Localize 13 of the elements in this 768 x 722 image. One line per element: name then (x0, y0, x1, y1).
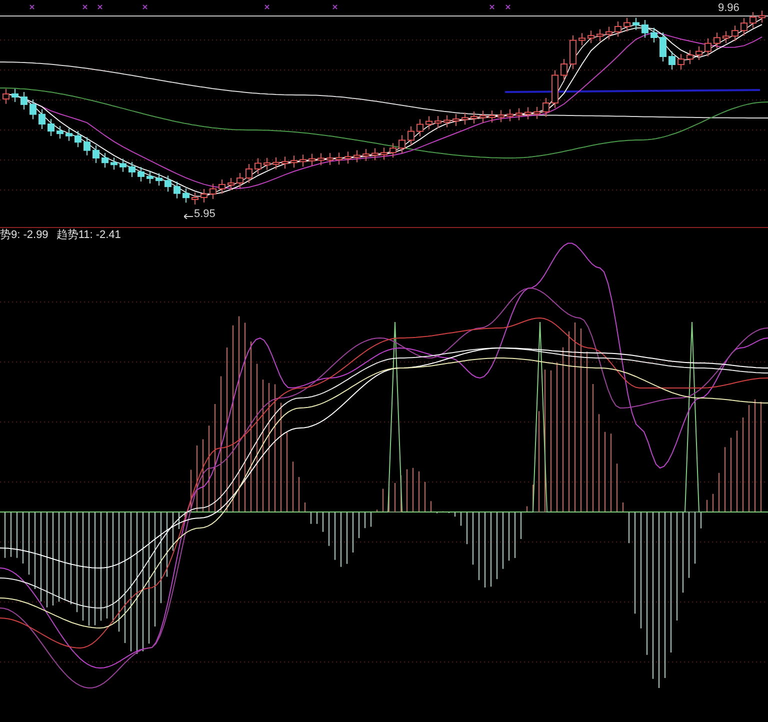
indicator-legend-label: 势9: -2.99 (0, 230, 48, 240)
signal-cross-marker (98, 4, 102, 10)
signal-cross-marker (332, 4, 338, 10)
signal-cross-marker (30, 4, 34, 10)
signal-cross-marker (506, 4, 510, 10)
high-price-label: 9.96 (716, 3, 742, 14)
indicator-legend-label: 趋势11: -2.41 (56, 230, 121, 240)
low-price-label: 5.95 (194, 209, 216, 220)
signal-cross-marker (264, 4, 270, 10)
signal-cross-marker (142, 4, 148, 10)
signal-cross-marker (82, 4, 88, 10)
signal-cross-marker (490, 4, 494, 10)
arrow-icon (184, 214, 193, 219)
